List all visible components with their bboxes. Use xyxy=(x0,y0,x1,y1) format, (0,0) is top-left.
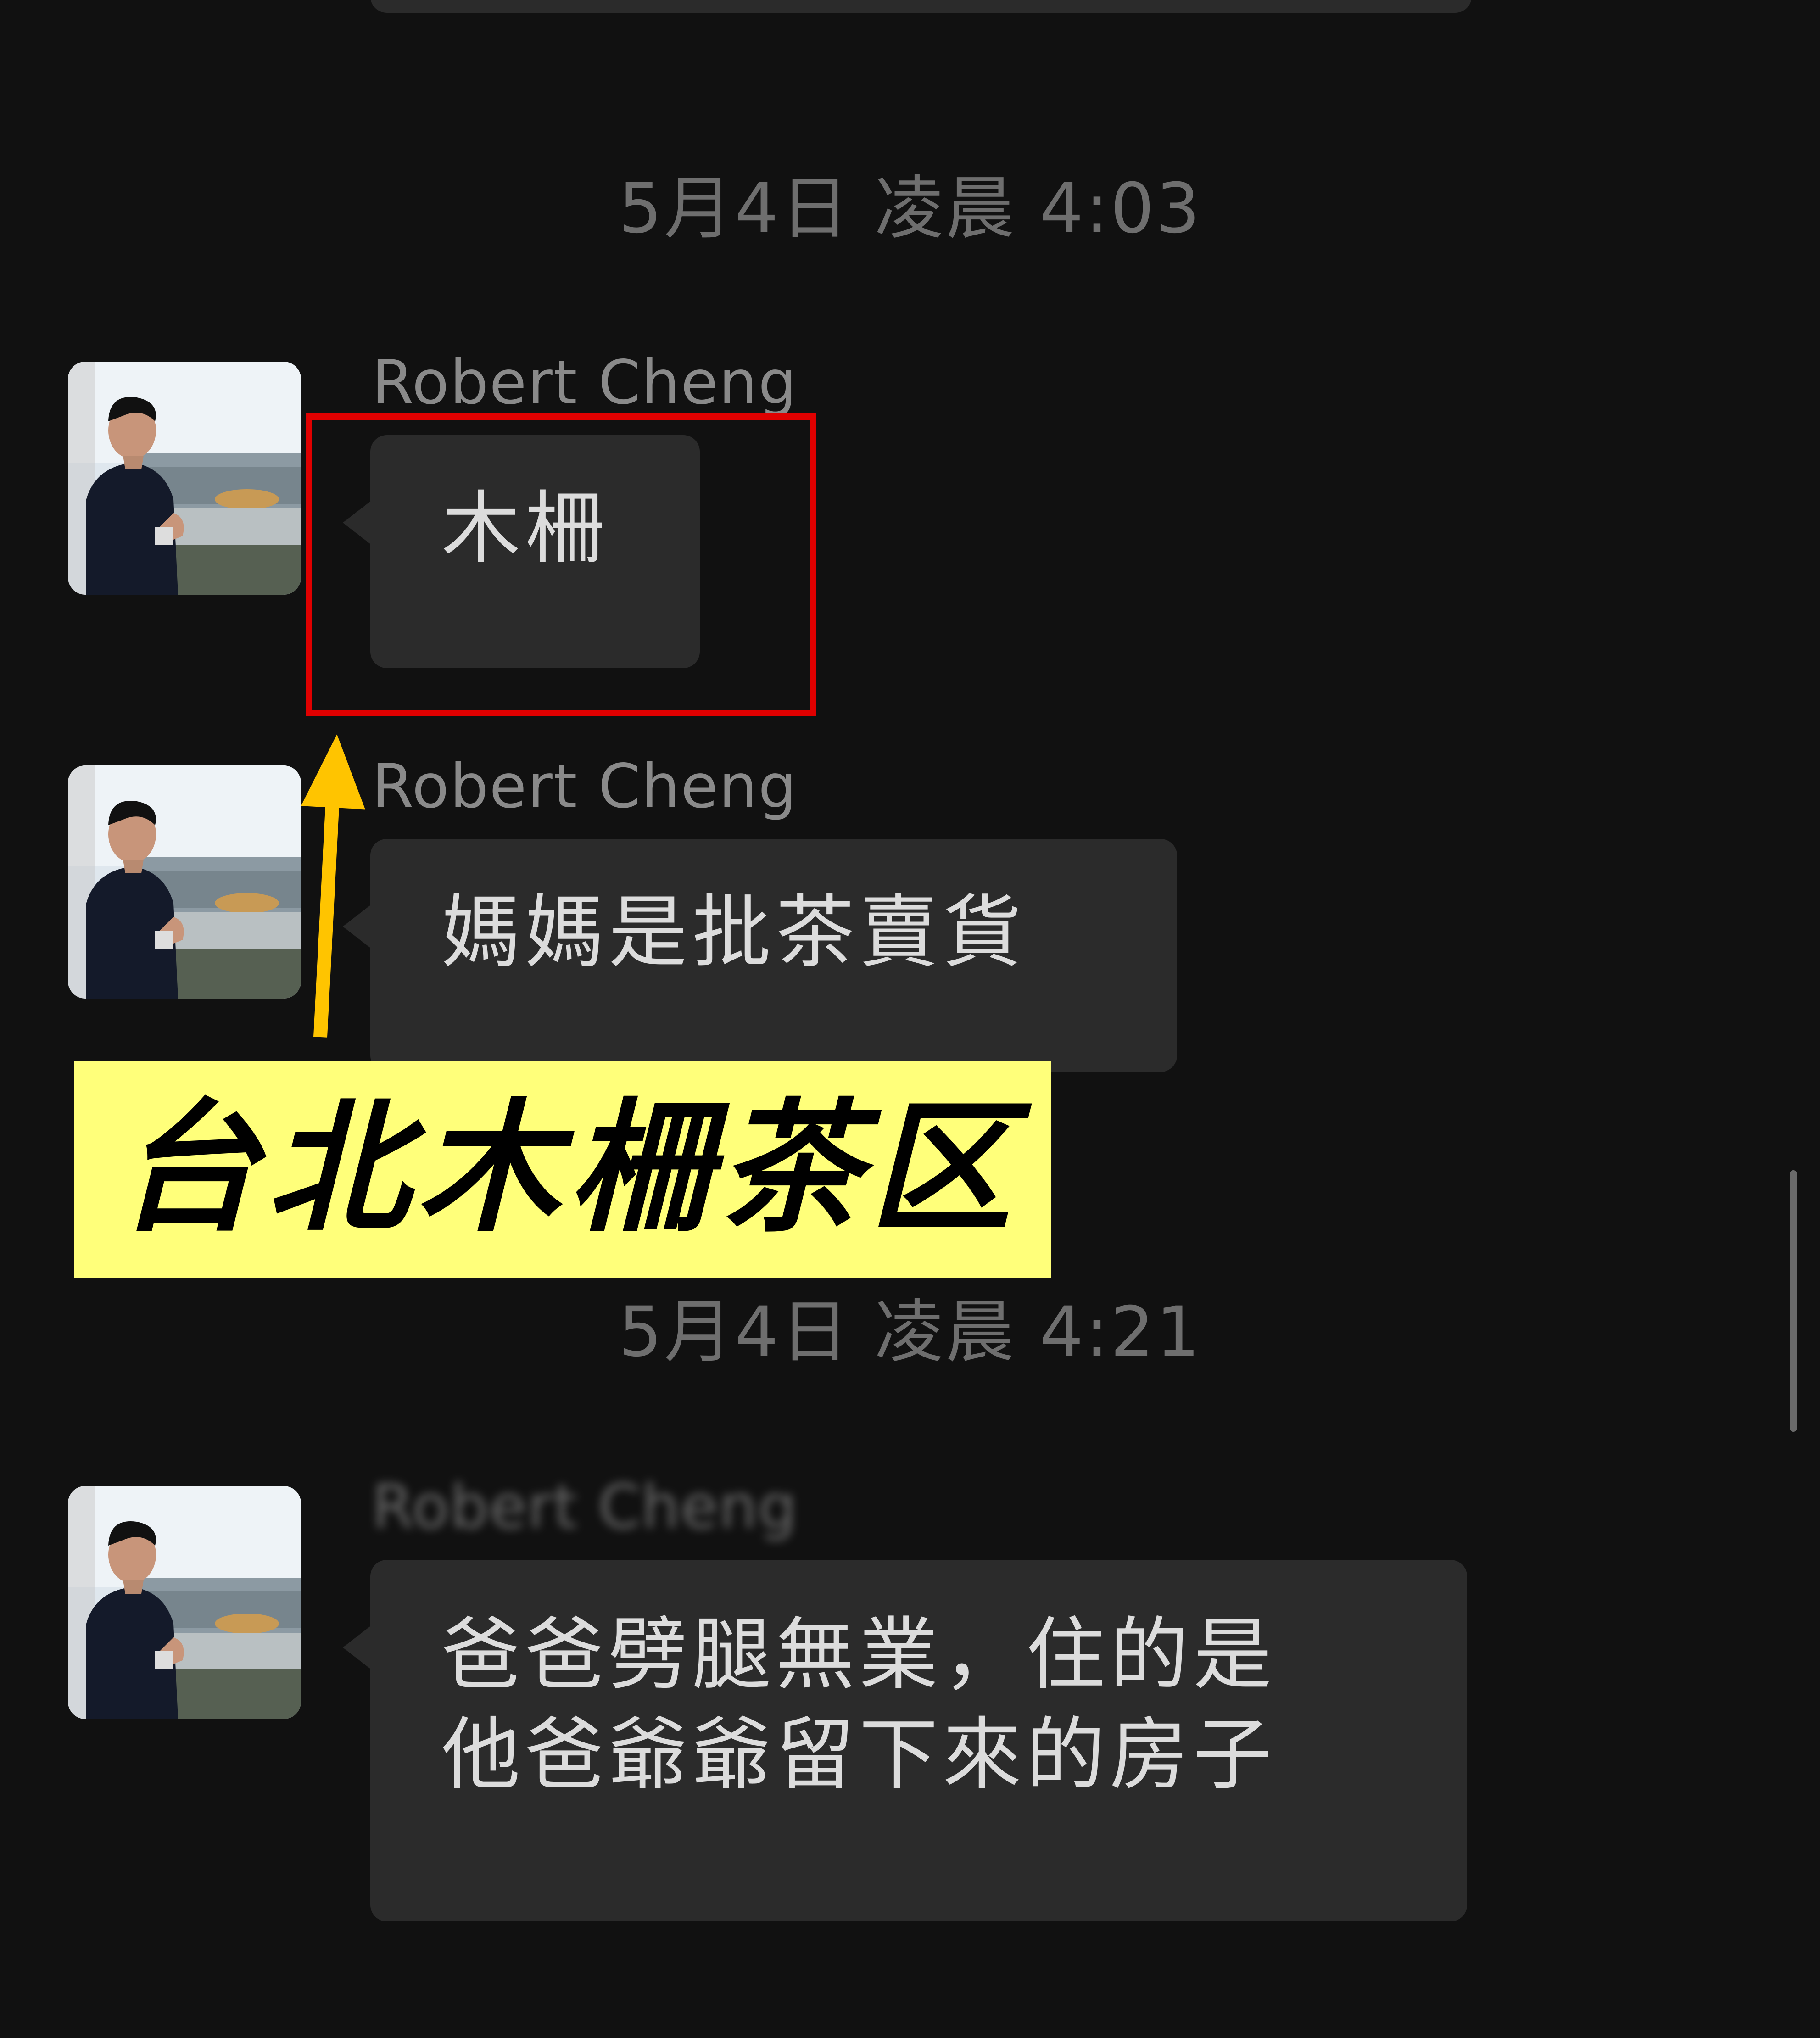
message-text-line: 爸爸劈腿無業，住的是 xyxy=(441,1608,1277,1701)
avatar-photo-icon xyxy=(68,1486,301,1719)
message-text: 媽媽是批茶賣貨 xyxy=(441,886,1026,978)
arrow-icon xyxy=(301,734,365,1038)
previous-message-bubble xyxy=(370,0,1472,13)
avatar-photo-icon xyxy=(68,362,301,595)
timestamp: 5月4日 凌晨 4:03 xyxy=(618,169,1202,249)
annotation-text: 台北木柵茶区 xyxy=(117,1086,1020,1251)
sender-name: Robert Cheng xyxy=(372,751,798,822)
avatar-photo-icon xyxy=(68,765,301,999)
sender-name: Robert Cheng xyxy=(372,347,798,418)
scrollbar[interactable] xyxy=(1790,1170,1797,1432)
highlight-box xyxy=(306,413,816,716)
sender-name: Robert Cheng xyxy=(372,1472,798,1542)
message-bubble[interactable]: 爸爸劈腿無業，住的是 他爸爺爺留下來的房子 xyxy=(343,1560,1467,1921)
avatar[interactable] xyxy=(68,1486,301,1719)
avatar[interactable] xyxy=(68,765,301,999)
timestamp: 5月4日 凌晨 4:21 xyxy=(618,1292,1202,1372)
message-text-line: 他爸爺爺留下來的房子 xyxy=(441,1709,1277,1801)
avatar[interactable] xyxy=(68,362,301,595)
annotation-banner: 台北木柵茶区 xyxy=(74,1061,1051,1278)
message-bubble[interactable]: 媽媽是批茶賣貨 xyxy=(343,839,1177,1072)
